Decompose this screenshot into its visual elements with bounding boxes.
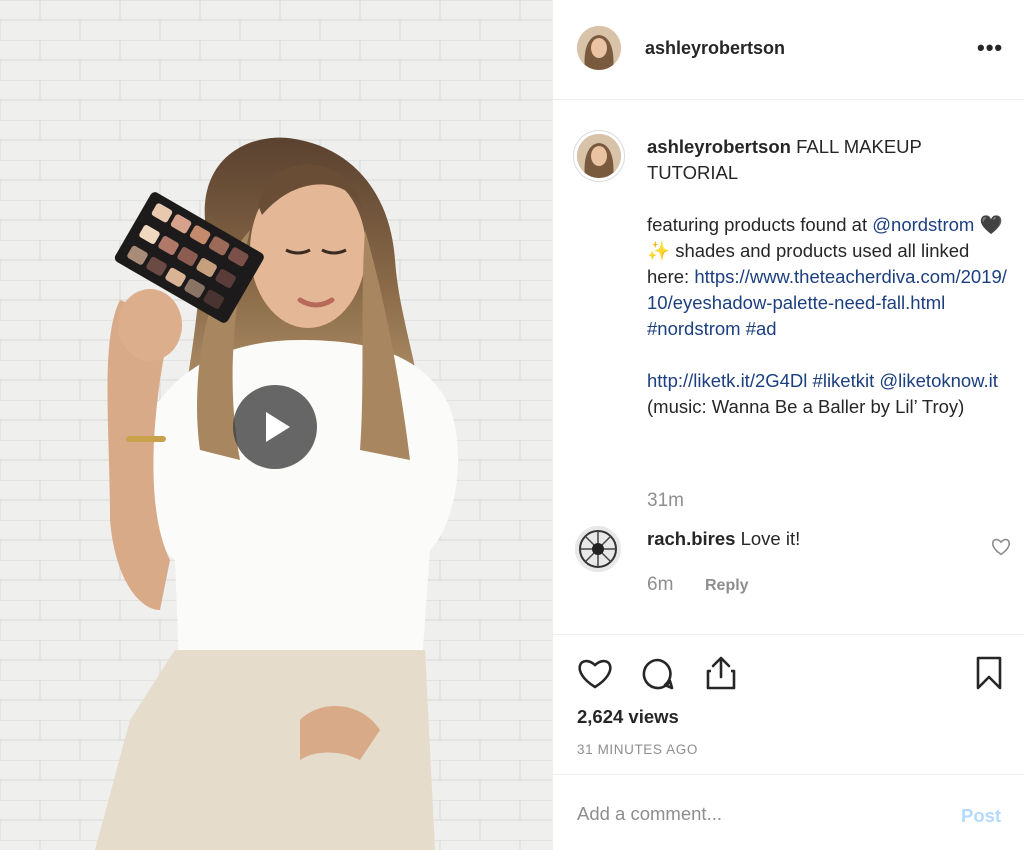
comment-like-heart-icon[interactable] [991, 538, 1011, 556]
caption-text: (music: Wanna Be a Baller by Lil’ Troy) [647, 396, 965, 417]
heart-icon[interactable] [577, 657, 613, 689]
play-icon [266, 412, 290, 442]
avatar[interactable] [575, 526, 621, 572]
profile-photo [577, 134, 621, 178]
more-options-icon[interactable]: ••• [977, 36, 1007, 60]
add-comment-bar: Post [553, 774, 1024, 850]
view-count[interactable]: 2,624 views [577, 706, 679, 728]
external-link[interactable]: http://liketk.it/2G4Dl [647, 370, 807, 391]
mention-link[interactable]: @nordstrom [872, 214, 974, 235]
caption-username[interactable]: ashleyrobertson [647, 136, 791, 157]
hashtag-link[interactable]: #ad [746, 318, 777, 339]
caption-timestamp[interactable]: 31m [647, 490, 684, 512]
play-button[interactable] [233, 385, 317, 469]
post-comment-button[interactable]: Post [961, 805, 1001, 827]
reply-button[interactable]: Reply [705, 577, 749, 595]
post-header: ashleyrobertson ••• [553, 0, 1024, 100]
commenter-photo [575, 526, 621, 572]
external-link[interactable]: https://www.theteacherdiva.com/2019/10/e… [647, 266, 1007, 313]
action-bar [553, 634, 1024, 690]
hashtag-link[interactable]: #liketkit [813, 370, 875, 391]
post-side-panel: ashleyrobertson ••• ashleyrobertson FALL… [552, 0, 1024, 850]
post-caption: ashleyrobertson FALL MAKEUP TUTORIAL fea… [647, 134, 1015, 420]
avatar [577, 134, 621, 178]
caption-text: featuring products found at [647, 214, 868, 235]
bookmark-icon[interactable] [975, 655, 1003, 691]
comment-timestamp[interactable]: 6m [647, 574, 673, 596]
post-author-username[interactable]: ashleyrobertson [645, 38, 785, 59]
comment: rach.bires Love it! [647, 528, 800, 550]
caption-avatar-ring[interactable] [573, 130, 625, 182]
post-age: 31 MINUTES AGO [577, 742, 698, 757]
comment-username[interactable]: rach.bires [647, 528, 735, 549]
share-icon[interactable] [705, 655, 737, 691]
comment-text: Love it! [735, 528, 801, 549]
profile-photo [577, 26, 621, 70]
post-media[interactable] [0, 0, 552, 850]
mention-link[interactable]: @liketoknow.it [879, 370, 998, 391]
comment-icon[interactable] [641, 657, 675, 691]
avatar[interactable] [577, 26, 621, 70]
comment-input[interactable] [577, 799, 937, 829]
hashtag-link[interactable]: #nordstrom [647, 318, 741, 339]
